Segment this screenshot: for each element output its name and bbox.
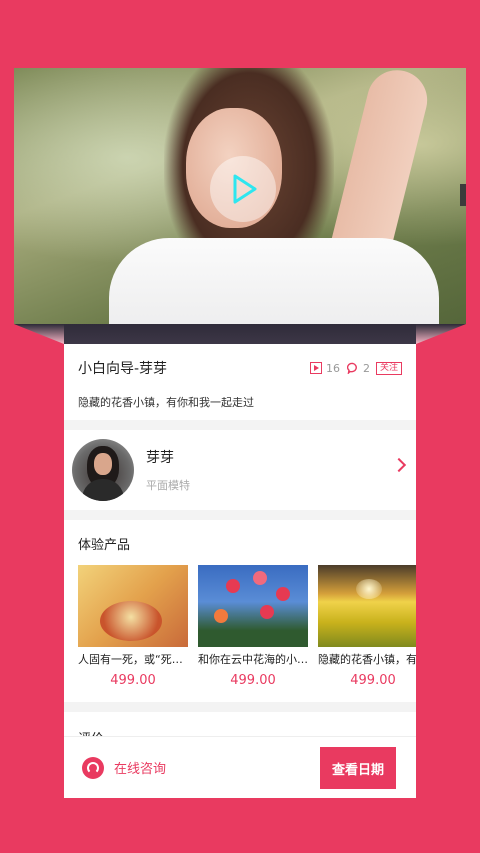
product-card[interactable]: 隐藏的花香小镇，有 499.00 [318, 565, 416, 688]
views-count: 16 [325, 361, 340, 375]
consult-label: 在线咨询 [114, 762, 167, 777]
comments-count: 2 [362, 361, 370, 375]
product-price: 499.00 [110, 673, 156, 688]
play-button[interactable] [210, 156, 276, 222]
product-card[interactable]: 人固有一死，或“死”… 499.00 [78, 565, 188, 688]
products-title: 体验产品 [78, 538, 131, 553]
view-dates-button[interactable]: 查看日期 [320, 747, 396, 789]
bottom-action-bar: 在线咨询 查看日期 [64, 736, 416, 798]
profile-role: 平面模特 [146, 479, 190, 492]
product-image [78, 565, 188, 647]
content-card: 小白向导-芽芽 16 2 关注 隐藏的花香小镇，有你和我一起走过 芽芽 平面模特 [64, 324, 416, 798]
product-name: 人固有一死，或“死”… [78, 653, 188, 666]
product-image [198, 565, 308, 647]
stats-bar: 16 2 关注 [309, 361, 402, 375]
views-icon [309, 362, 322, 374]
chevron-right-icon [391, 457, 407, 473]
decor-shade-left [14, 324, 64, 344]
online-consult-button[interactable]: 在线咨询 [82, 756, 167, 779]
comment-icon [346, 362, 357, 374]
product-image [318, 565, 416, 647]
page-title: 小白向导-芽芽 [78, 361, 168, 377]
follow-button[interactable]: 关注 [375, 361, 402, 375]
guide-profile[interactable]: 芽芽 平面模特 [64, 430, 416, 510]
video-figure-shirt [109, 238, 439, 324]
info-section: 小白向导-芽芽 16 2 关注 隐藏的花香小镇，有你和我一起走过 [64, 344, 416, 420]
product-card[interactable]: 和你在云中花海的小… 499.00 [198, 565, 308, 688]
product-price: 499.00 [230, 673, 276, 688]
product-list: 人固有一死，或“死”… 499.00 和你在云中花海的小… 499.00 隐藏的… [78, 565, 416, 688]
product-name: 隐藏的花香小镇，有 [318, 653, 416, 666]
scroll-handle[interactable] [460, 184, 466, 206]
subtitle: 隐藏的花香小镇，有你和我一起走过 [78, 396, 254, 409]
profile-name: 芽芽 [146, 450, 174, 466]
headset-icon [82, 756, 104, 779]
play-icon [233, 174, 257, 204]
avatar [72, 439, 134, 501]
video-bottom-strip [64, 324, 416, 344]
product-price: 499.00 [350, 673, 396, 688]
product-name: 和你在云中花海的小… [198, 653, 308, 666]
decor-shade-right [416, 324, 466, 344]
products-section: 体验产品 人固有一死，或“死”… 499.00 和你在云中花海的小… 499.0… [64, 520, 416, 702]
video-player[interactable] [14, 68, 466, 324]
